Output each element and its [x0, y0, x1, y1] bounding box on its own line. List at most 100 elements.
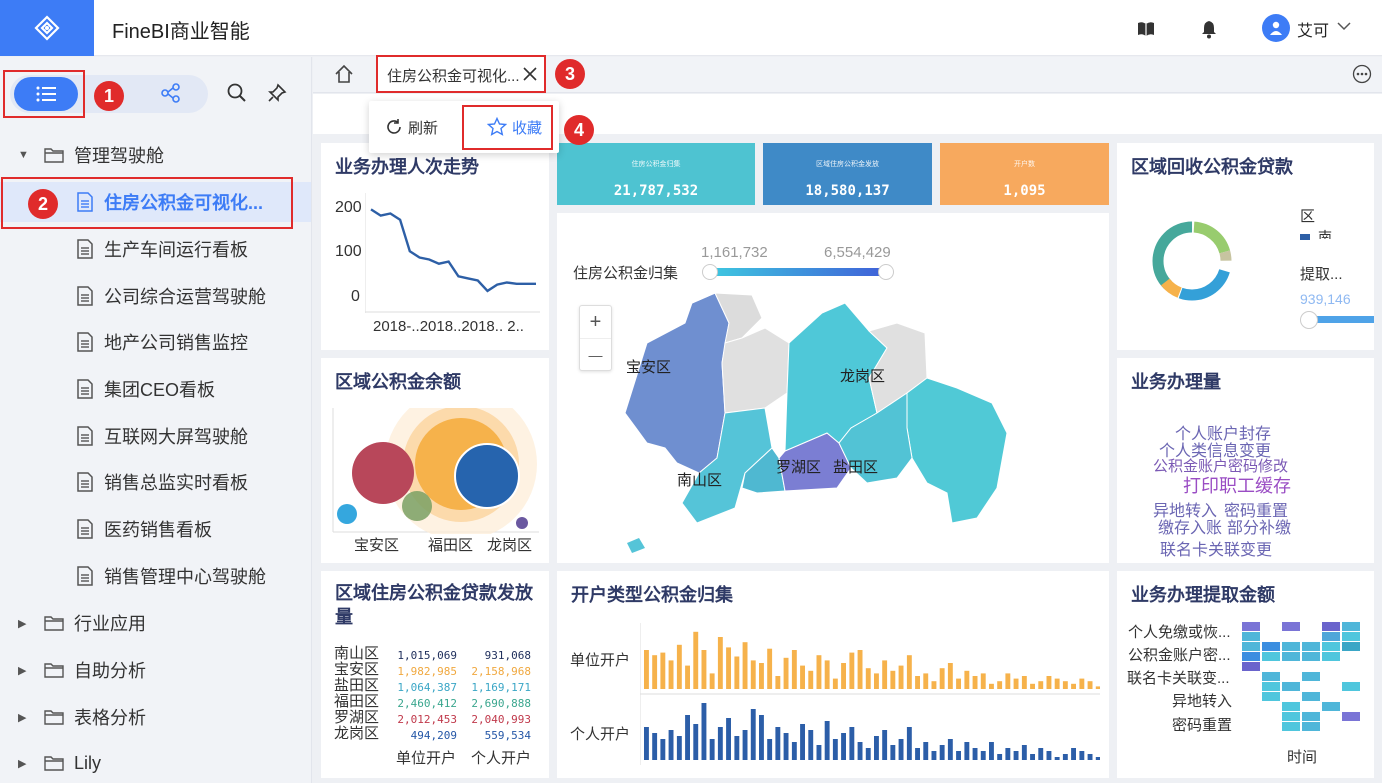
donut-card[interactable]: 区域回收公积金贷款 区 南 提取... 939,146 — [1117, 143, 1374, 350]
bar[interactable] — [734, 736, 740, 760]
map-region-baoan[interactable] — [624, 292, 730, 474]
home-icon[interactable] — [334, 64, 354, 84]
bar[interactable] — [964, 742, 970, 760]
slider-handle[interactable] — [1300, 311, 1318, 329]
bar[interactable] — [890, 670, 896, 689]
bar[interactable] — [734, 656, 740, 690]
bar[interactable] — [1095, 757, 1100, 760]
heatmap-cell[interactable] — [1282, 722, 1300, 731]
folder-item[interactable]: ▶ 自助分析 — [0, 650, 311, 690]
word[interactable]: 部分补缴 — [1227, 514, 1291, 538]
heatmap-cell[interactable] — [1262, 652, 1280, 661]
tab-dashboard[interactable]: 住房公积金可视化... — [377, 57, 545, 93]
app-logo[interactable] — [0, 0, 94, 56]
search-button[interactable] — [226, 82, 248, 109]
bar[interactable] — [816, 655, 822, 689]
bar[interactable] — [816, 745, 822, 760]
bar[interactable] — [1005, 748, 1011, 760]
bar[interactable] — [898, 665, 904, 689]
bar[interactable] — [660, 652, 666, 689]
bar[interactable] — [915, 748, 920, 760]
bar[interactable] — [652, 733, 658, 760]
bar[interactable] — [824, 660, 830, 689]
bar[interactable] — [947, 663, 953, 689]
avatar[interactable] — [1262, 14, 1290, 42]
bar[interactable] — [783, 657, 789, 689]
heatmap-cell[interactable] — [1262, 642, 1280, 651]
bar[interactable] — [1030, 754, 1035, 760]
heatmap-cell[interactable] — [1262, 692, 1280, 701]
heatmap-cell[interactable] — [1282, 652, 1300, 661]
word[interactable]: 缴存入账 — [1158, 514, 1222, 538]
bar[interactable] — [1013, 751, 1019, 760]
bar[interactable] — [890, 745, 896, 760]
bar[interactable] — [1054, 757, 1060, 760]
bubble[interactable] — [454, 443, 520, 509]
heatmap-cell[interactable] — [1302, 672, 1320, 681]
heatmap-cell[interactable] — [1342, 622, 1360, 631]
heatmap-cell[interactable] — [1302, 712, 1320, 721]
bar[interactable] — [997, 754, 1003, 760]
bar[interactable] — [767, 648, 773, 689]
bar[interactable] — [1046, 751, 1052, 760]
heatmap-card[interactable]: 业务办理提取金额 个人免缴或恢... 公积金账户密... 联名卡关联变... 异… — [1117, 571, 1374, 778]
report-item[interactable]: 地产公司销售监控 — [0, 322, 311, 362]
bar[interactable] — [693, 631, 699, 689]
pin-button[interactable] — [266, 82, 288, 109]
bar[interactable] — [717, 637, 723, 689]
heatmap-cell[interactable] — [1342, 712, 1360, 721]
bar[interactable] — [800, 724, 805, 760]
bar[interactable] — [1071, 748, 1076, 760]
heatmap-cell[interactable] — [1282, 702, 1300, 711]
bar[interactable] — [915, 676, 920, 689]
heatmap-cell[interactable] — [1302, 642, 1320, 651]
refresh-menu-item[interactable]: 刷新 — [385, 101, 438, 153]
slider-handle[interactable] — [702, 264, 718, 280]
favorite-menu-item[interactable]: 收藏 — [487, 101, 542, 153]
bar[interactable] — [980, 673, 986, 689]
folder-item[interactable]: ▶ 行业应用 — [0, 603, 311, 643]
bar[interactable] — [832, 678, 838, 689]
bar[interactable] — [882, 660, 888, 689]
bar[interactable] — [668, 660, 674, 689]
bar[interactable] — [668, 730, 674, 760]
bar[interactable] — [1038, 748, 1044, 760]
bar[interactable] — [906, 727, 912, 760]
bar[interactable] — [808, 730, 814, 760]
bar[interactable] — [717, 727, 723, 760]
bar[interactable] — [1079, 678, 1085, 689]
bar[interactable] — [989, 683, 994, 689]
folder-item[interactable]: ▼ 管理驾驶舱 — [0, 135, 311, 175]
kpi-tile[interactable]: 区域住房公积金发放 18,580,137 — [763, 143, 932, 205]
bar[interactable] — [980, 751, 986, 760]
bar[interactable] — [644, 727, 649, 760]
word[interactable]: 打印职工缓存 — [1183, 472, 1291, 498]
folder-item[interactable]: ▶ Lily — [0, 743, 311, 783]
bar[interactable] — [1030, 683, 1035, 689]
bar[interactable] — [1062, 681, 1068, 689]
bar[interactable] — [750, 660, 756, 689]
heatmap-cell[interactable] — [1242, 662, 1260, 671]
slider-handle[interactable] — [878, 264, 894, 280]
map-region-island[interactable] — [627, 538, 645, 553]
bar[interactable] — [1046, 676, 1052, 689]
bar[interactable] — [956, 751, 961, 760]
bar[interactable] — [685, 715, 690, 760]
bar[interactable] — [849, 727, 855, 760]
loan-card[interactable]: 区域住房公积金贷款发放量 南山区 1,015,069 931,068 宝安区 1,982… — [321, 571, 549, 778]
bar[interactable] — [1054, 678, 1060, 689]
bar[interactable] — [742, 730, 748, 760]
bar[interactable] — [923, 673, 929, 689]
bar[interactable] — [750, 709, 756, 760]
bar[interactable] — [1079, 751, 1085, 760]
bar[interactable] — [759, 663, 764, 689]
bar[interactable] — [931, 681, 937, 689]
heatmap-cell[interactable] — [1282, 642, 1300, 651]
bar[interactable] — [791, 742, 797, 760]
bar[interactable] — [767, 739, 773, 760]
bar[interactable] — [1021, 676, 1027, 689]
bar[interactable] — [841, 733, 846, 760]
report-item[interactable]: 公司综合运营驾驶舱 — [0, 276, 311, 316]
bar[interactable] — [775, 676, 781, 689]
heatmap-cell[interactable] — [1302, 692, 1320, 701]
